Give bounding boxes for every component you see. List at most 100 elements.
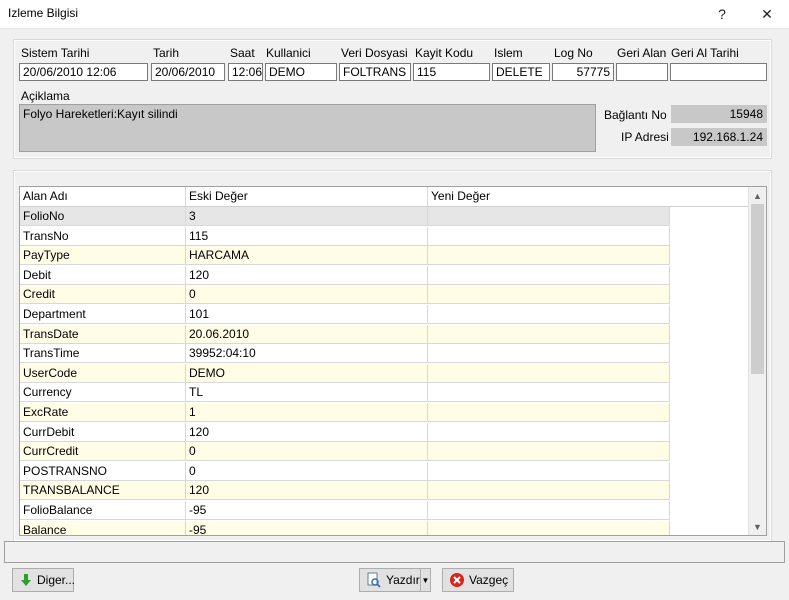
old-value-cell[interactable]: 0: [186, 461, 428, 481]
old-value-cell[interactable]: 0: [186, 442, 428, 462]
new-value-cell[interactable]: [428, 520, 670, 535]
field-name-cell[interactable]: TransDate: [20, 324, 186, 344]
column-header-eski-deger[interactable]: Eski Değer: [186, 187, 428, 206]
new-value-cell[interactable]: [428, 481, 670, 501]
field-name-cell[interactable]: Currency: [20, 383, 186, 403]
new-value-cell[interactable]: [428, 324, 670, 344]
new-value-cell[interactable]: [428, 285, 670, 305]
old-value-cell[interactable]: 120: [186, 422, 428, 442]
new-value-cell[interactable]: [428, 501, 670, 520]
new-value-cell[interactable]: [428, 422, 670, 442]
old-value-cell[interactable]: HARCAMA: [186, 246, 428, 266]
field-changes-grid[interactable]: Alan Adı Eski Değer Yeni Değer FolioNo 3 T…: [19, 186, 767, 536]
table-row[interactable]: Credit 0: [20, 285, 670, 305]
table-row[interactable]: TRANSBALANCE 120: [20, 481, 670, 501]
sistem-tarihi-field[interactable]: 20/06/2010 12:06: [19, 63, 148, 81]
saat-field[interactable]: 12:06:: [228, 63, 263, 81]
table-row[interactable]: TransNo 115: [20, 226, 670, 246]
kayit-kodu-field[interactable]: 115: [413, 63, 490, 81]
veri-dosyasi-field[interactable]: FOLTRANS: [339, 63, 411, 81]
table-row[interactable]: FolioBalance -95: [20, 501, 670, 520]
vazgec-button[interactable]: Vazgeç: [442, 568, 514, 592]
scroll-down-icon[interactable]: ▼: [749, 518, 766, 535]
old-value-cell[interactable]: 101: [186, 305, 428, 324]
kullanici-field[interactable]: DEMO: [265, 63, 337, 81]
new-value-cell[interactable]: [428, 461, 670, 481]
field-name-cell[interactable]: FolioNo: [20, 207, 186, 226]
table-row[interactable]: FolioNo 3: [20, 207, 670, 226]
old-value-cell[interactable]: 120: [186, 481, 428, 501]
tarih-field[interactable]: 20/06/2010: [151, 63, 225, 81]
close-button[interactable]: ✕: [745, 0, 789, 28]
field-name-cell[interactable]: Credit: [20, 285, 186, 305]
column-header-alan-adi[interactable]: Alan Adı: [20, 187, 186, 206]
ip-adresi-field[interactable]: 192.168.1.24: [671, 128, 767, 146]
table-row[interactable]: Currency TL: [20, 383, 670, 403]
baglanti-no-label: Bağlantı No: [604, 108, 667, 122]
log-no-field[interactable]: 57775: [552, 63, 614, 81]
new-value-cell[interactable]: [428, 305, 670, 324]
old-value-cell[interactable]: 20.06.2010: [186, 324, 428, 344]
chevron-down-icon[interactable]: ▼: [419, 569, 430, 591]
diger-button[interactable]: Diger...: [12, 568, 75, 592]
baglanti-no-field[interactable]: 15948: [671, 105, 767, 123]
field-name-cell[interactable]: CurrDebit: [20, 422, 186, 442]
old-value-cell[interactable]: TL: [186, 383, 428, 403]
geri-al-tarihi-label: Geri Al Tarihi: [671, 46, 739, 60]
veri-dosyasi-label: Veri Dosyasi: [341, 46, 408, 60]
field-name-cell[interactable]: Department: [20, 305, 186, 324]
new-value-cell[interactable]: [428, 207, 670, 226]
field-name-cell[interactable]: FolioBalance: [20, 501, 186, 520]
table-row[interactable]: Department 101: [20, 305, 670, 324]
old-value-cell[interactable]: DEMO: [186, 363, 428, 383]
help-button[interactable]: ?: [700, 0, 744, 28]
aciklama-label: Açiklama: [21, 89, 70, 103]
islem-field[interactable]: DELETE: [492, 63, 550, 81]
old-value-cell[interactable]: 115: [186, 226, 428, 246]
old-value-cell[interactable]: -95: [186, 520, 428, 535]
table-row[interactable]: Debit 120: [20, 265, 670, 285]
field-name-cell[interactable]: Balance: [20, 520, 186, 535]
old-value-cell[interactable]: 39952:04:10: [186, 344, 428, 364]
yazdir-button[interactable]: Yazdır ▼: [359, 568, 431, 592]
field-name-cell[interactable]: ExcRate: [20, 403, 186, 422]
field-name-cell[interactable]: PayType: [20, 246, 186, 266]
table-row[interactable]: CurrDebit 120: [20, 422, 670, 442]
aciklama-memo[interactable]: Folyo Hareketleri:Kayıt silindi: [19, 104, 596, 152]
geri-al-tarihi-field[interactable]: [670, 63, 767, 81]
table-row[interactable]: TransDate 20.06.2010: [20, 324, 670, 344]
new-value-cell[interactable]: [428, 265, 670, 285]
table-row[interactable]: UserCode DEMO: [20, 363, 670, 383]
table-row[interactable]: ExcRate 1: [20, 403, 670, 422]
new-value-cell[interactable]: [428, 403, 670, 422]
table-row[interactable]: Balance -95: [20, 520, 670, 535]
field-name-cell[interactable]: POSTRANSNO: [20, 461, 186, 481]
field-name-cell[interactable]: TransNo: [20, 226, 186, 246]
old-value-cell[interactable]: 120: [186, 265, 428, 285]
field-name-cell[interactable]: UserCode: [20, 363, 186, 383]
table-row[interactable]: PayType HARCAMA: [20, 246, 670, 266]
table-row[interactable]: POSTRANSNO 0: [20, 461, 670, 481]
new-value-cell[interactable]: [428, 363, 670, 383]
new-value-cell[interactable]: [428, 246, 670, 266]
old-value-cell[interactable]: 1: [186, 403, 428, 422]
field-name-cell[interactable]: TRANSBALANCE: [20, 481, 186, 501]
scroll-up-icon[interactable]: ▲: [749, 187, 766, 204]
old-value-cell[interactable]: 3: [186, 207, 428, 226]
column-header-yeni-deger[interactable]: Yeni Değer: [428, 187, 750, 206]
vertical-scrollbar[interactable]: ▲ ▼: [748, 187, 766, 535]
scroll-thumb[interactable]: [751, 204, 764, 374]
old-value-cell[interactable]: -95: [186, 501, 428, 520]
cancel-icon: [449, 572, 465, 588]
table-row[interactable]: TransTime 39952:04:10: [20, 344, 670, 364]
new-value-cell[interactable]: [428, 383, 670, 403]
field-name-cell[interactable]: CurrCredit: [20, 442, 186, 462]
new-value-cell[interactable]: [428, 226, 670, 246]
field-name-cell[interactable]: Debit: [20, 265, 186, 285]
geri-alan-field[interactable]: [616, 63, 668, 81]
new-value-cell[interactable]: [428, 344, 670, 364]
old-value-cell[interactable]: 0: [186, 285, 428, 305]
field-name-cell[interactable]: TransTime: [20, 344, 186, 364]
new-value-cell[interactable]: [428, 442, 670, 462]
table-row[interactable]: CurrCredit 0: [20, 442, 670, 462]
